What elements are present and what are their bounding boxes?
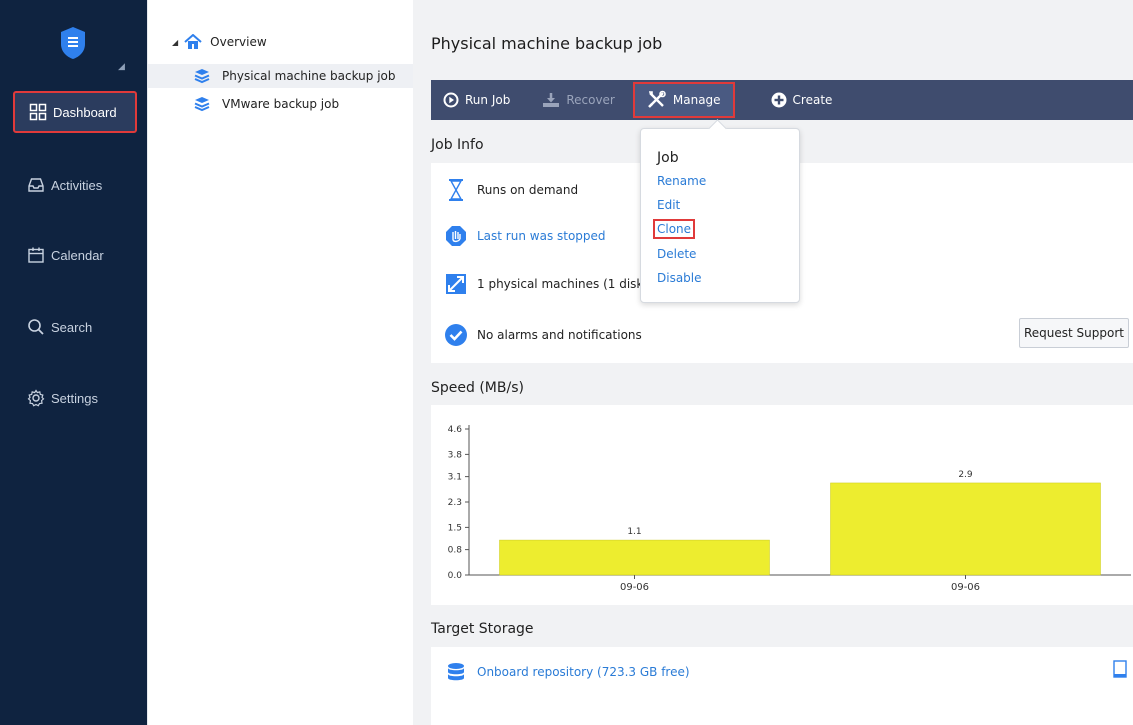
tree-label: Overview — [210, 35, 267, 49]
y-tick-label: 0.8 — [448, 546, 463, 556]
menu-item-disable[interactable]: Disable — [657, 271, 702, 285]
y-tick-label: 2.3 — [448, 498, 462, 508]
manage-label: Manage — [672, 93, 721, 107]
nav-item-search[interactable]: Search — [13, 306, 137, 348]
job-tree: ◢ Overview Physical machine backup job V… — [147, 0, 414, 725]
search-icon — [28, 319, 44, 335]
collapse-nav-icon[interactable]: ◢ — [118, 61, 125, 72]
y-tick-label: 4.6 — [448, 425, 463, 435]
tree-label: VMware backup job — [222, 97, 340, 111]
nav-item-dashboard[interactable]: Dashboard — [13, 91, 137, 133]
job-info-heading: Job Info — [431, 137, 484, 153]
speed-bar — [830, 482, 1101, 576]
recover-label: Recover — [566, 93, 615, 107]
menu-item-delete[interactable]: Delete — [657, 247, 696, 261]
menu-item-edit[interactable]: Edit — [657, 198, 680, 212]
run-schedule-row: Runs on demand — [445, 179, 578, 201]
dashboard-icon — [29, 103, 47, 121]
target-storage-card: Onboard repository (723.3 GB free) — [431, 647, 1133, 725]
tree-item-overview[interactable]: ◢ Overview — [172, 30, 267, 54]
last-run-row: Last run was stopped — [445, 225, 606, 247]
speed-chart-card: 4.6 3.8 3.1 2.3 1.5 0.8 0.0 1.1 09-06 2.9 09-06 — [431, 405, 1133, 605]
request-support-button[interactable]: Request Support — [1019, 318, 1129, 348]
shield-logo-icon[interactable] — [60, 26, 86, 60]
nav-label: Search — [51, 319, 93, 335]
inbox-icon — [28, 178, 44, 192]
play-circle-icon — [443, 92, 459, 108]
job-toolbar: Run Job Recover Manage Create — [431, 80, 1133, 120]
nav-label: Calendar — [51, 247, 104, 263]
y-tick-label: 1.5 — [448, 523, 462, 533]
bar-value-label: 1.1 — [627, 527, 641, 537]
y-tick-label: 0.0 — [448, 571, 463, 581]
run-job-label: Run Job — [465, 93, 511, 107]
nav-label: Activities — [51, 177, 103, 193]
manage-dropdown-menu: Job Rename Edit Clone Delete Disable — [640, 128, 800, 303]
page-title: Physical machine backup job — [431, 34, 663, 53]
machines-row: 1 physical machines (1 disks, — [445, 273, 653, 295]
bar-value-label: 2.9 — [958, 470, 973, 480]
plus-circle-icon — [771, 92, 787, 108]
recover-button[interactable]: Recover — [530, 80, 627, 120]
home-icon — [184, 34, 202, 49]
tools-icon — [647, 90, 666, 108]
calendar-icon — [28, 247, 44, 263]
check-circle-icon — [445, 324, 467, 346]
y-tick-label: 3.1 — [448, 473, 462, 483]
nav-label: Dashboard — [53, 104, 117, 120]
left-nav: ◢ Dashboard Activities Calendar Search S… — [0, 0, 147, 725]
expand-caret-icon[interactable]: ◢ — [172, 38, 178, 47]
y-tick-label: 3.8 — [448, 450, 463, 460]
nav-item-calendar[interactable]: Calendar — [13, 234, 137, 276]
main-panel: Physical machine backup job Run Job Reco… — [413, 0, 1133, 725]
download-icon — [543, 93, 560, 107]
stop-hand-icon — [446, 226, 466, 246]
last-run-link[interactable]: Last run was stopped — [477, 229, 606, 243]
database-icon — [448, 663, 464, 681]
nav-item-activities[interactable]: Activities — [13, 164, 137, 206]
menu-item-rename[interactable]: Rename — [657, 174, 706, 188]
alarms-row: No alarms and notifications — [445, 324, 642, 346]
storage-gauge-icon — [1113, 660, 1127, 678]
gear-icon — [27, 389, 45, 407]
run-job-button[interactable]: Run Job — [431, 80, 522, 120]
speed-bar — [499, 539, 770, 576]
alarms-text: No alarms and notifications — [477, 328, 642, 342]
job-stack-icon — [194, 69, 210, 84]
tree-item-vmware-job[interactable]: VMware backup job — [148, 92, 339, 116]
speed-chart: 4.6 3.8 3.1 2.3 1.5 0.8 0.0 1.1 09-06 2.9 09-06 — [448, 425, 1131, 593]
job-stack-icon — [194, 97, 210, 112]
run-schedule-text: Runs on demand — [477, 183, 579, 197]
tree-item-physical-job[interactable]: Physical machine backup job — [148, 64, 414, 88]
speed-heading: Speed (MB/s) — [431, 380, 524, 396]
manage-button[interactable]: Manage — [632, 82, 735, 118]
tree-label: Physical machine backup job — [222, 69, 396, 83]
nav-item-settings[interactable]: Settings — [13, 377, 137, 419]
menu-item-clone[interactable]: Clone — [653, 219, 696, 239]
machines-text: 1 physical machines (1 disks, — [477, 277, 654, 291]
x-tick-label: 09-06 — [620, 582, 649, 593]
x-tick-label: 09-06 — [951, 582, 980, 593]
menu-heading: Job — [657, 150, 679, 166]
repository-row: Onboard repository (723.3 GB free) — [445, 661, 690, 683]
target-storage-heading: Target Storage — [431, 621, 534, 637]
repository-link[interactable]: Onboard repository (723.3 GB free) — [477, 665, 690, 679]
hourglass-icon — [449, 179, 463, 201]
nav-label: Settings — [51, 390, 98, 406]
expand-arrows-icon — [446, 274, 466, 294]
create-label: Create — [792, 93, 833, 107]
create-button[interactable]: Create — [759, 80, 845, 120]
